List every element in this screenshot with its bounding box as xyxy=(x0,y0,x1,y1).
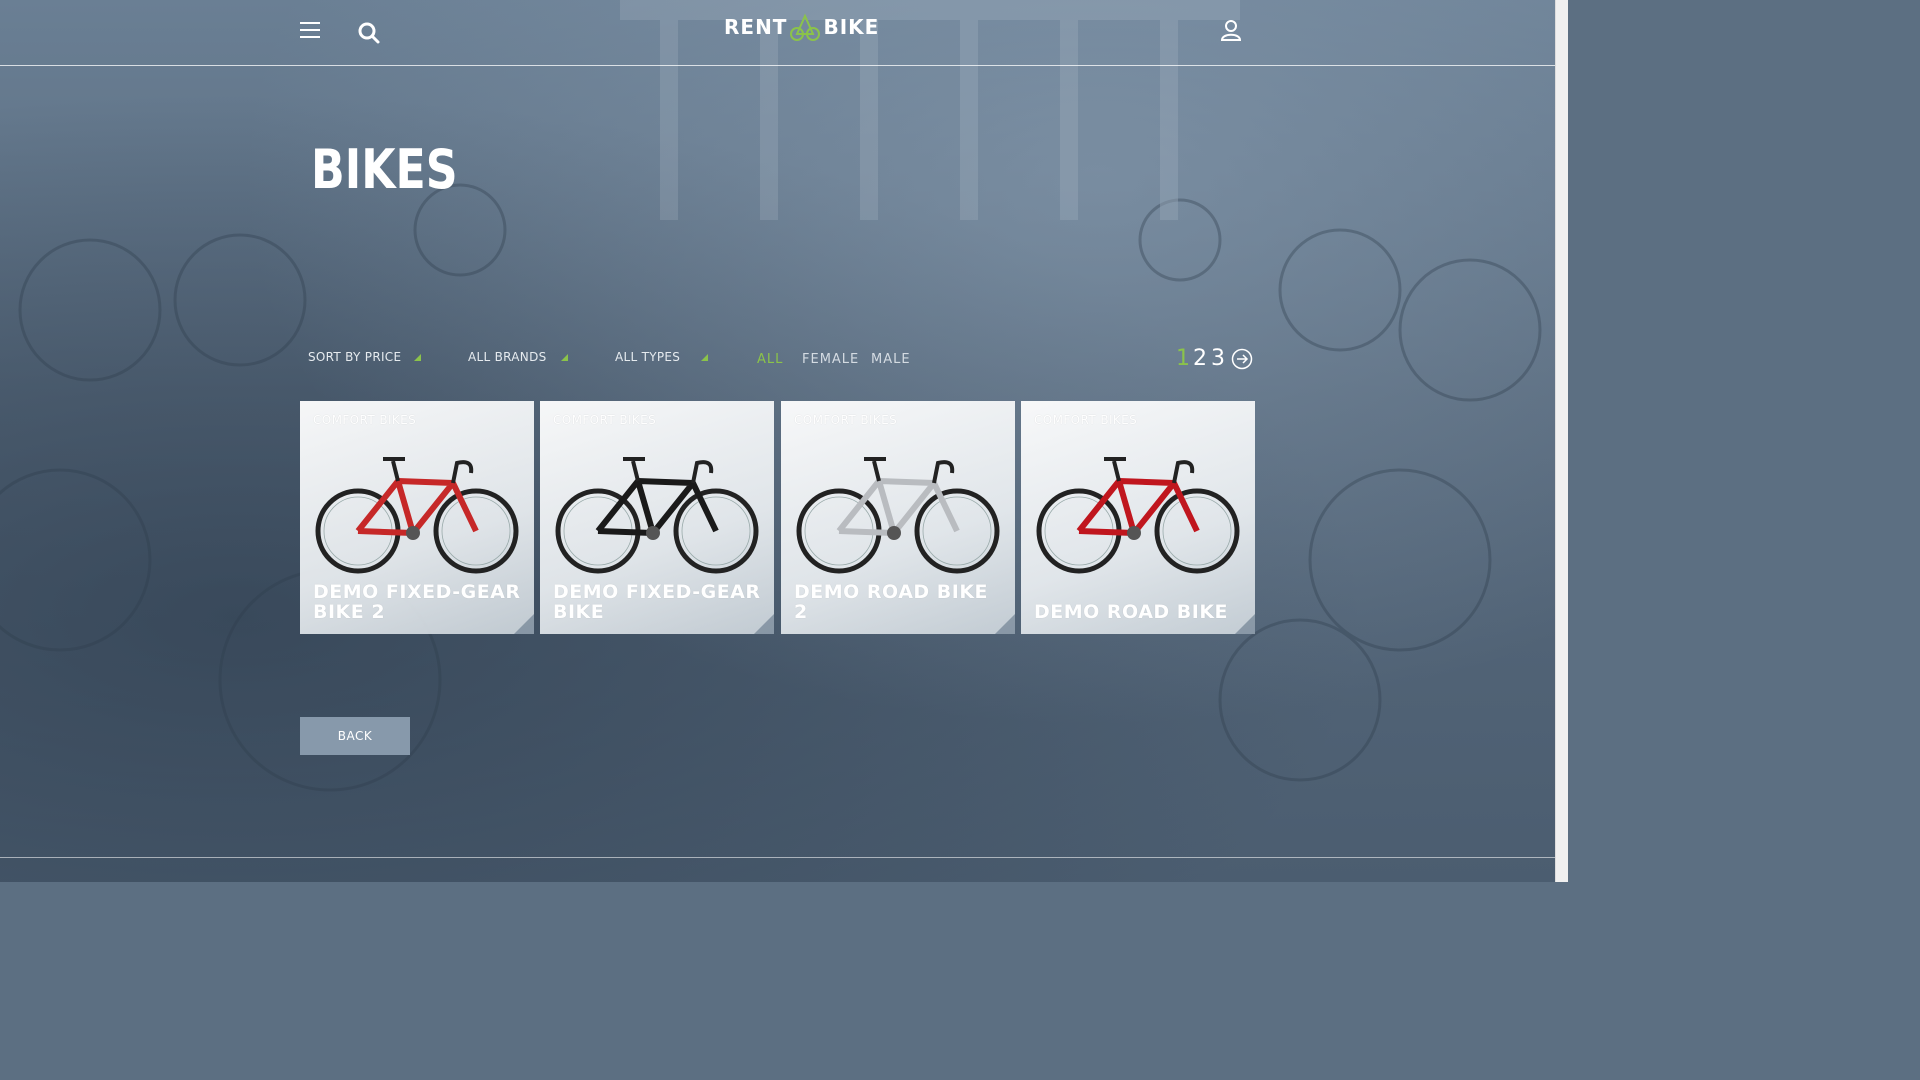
types-label: ALL TYPES xyxy=(615,350,681,364)
bike-logo-icon xyxy=(790,13,821,41)
types-dropdown[interactable]: ALL TYPES xyxy=(615,350,710,368)
bike-name: DEMO FIXED-GEAR BIKE xyxy=(553,581,761,623)
card-corner-decoration xyxy=(995,614,1015,634)
bike-category: COMFORT BIKES xyxy=(553,413,657,427)
footer-divider xyxy=(0,857,1555,858)
page-title: BIKES xyxy=(311,138,458,201)
bike-card[interactable]: COMFORT BIKES DEMO FIXED-GEAR BIKE xyxy=(540,401,774,634)
sort-by-price-dropdown[interactable]: SORT BY PRICE xyxy=(308,350,423,368)
card-corner-decoration xyxy=(514,614,534,634)
bike-category: COMFORT BIKES xyxy=(1034,413,1138,427)
card-corner-decoration xyxy=(754,614,774,634)
menu-icon[interactable] xyxy=(300,22,320,40)
user-account-icon[interactable] xyxy=(1219,18,1243,42)
search-icon[interactable] xyxy=(357,21,381,45)
logo-text-bike: BIKE xyxy=(823,15,880,39)
bike-category: COMFORT BIKES xyxy=(794,413,898,427)
brands-dropdown[interactable]: ALL BRANDS xyxy=(468,350,571,368)
page-link-2[interactable]: 2 xyxy=(1193,346,1207,371)
brands-label: ALL BRANDS xyxy=(468,350,547,364)
gender-filter-all[interactable]: ALL xyxy=(757,352,783,367)
bike-card[interactable]: COMFORT BIKES DEMO FIXED-GEAR BIKE 2 xyxy=(300,401,534,634)
dropdown-arrow-icon xyxy=(414,354,421,361)
bike-card[interactable]: COMFORT BIKES DEMO ROAD BIKE xyxy=(1021,401,1255,634)
bike-card[interactable]: COMFORT BIKES DEMO ROAD BIKE 2 xyxy=(781,401,1015,634)
gender-filter-male[interactable]: MALE xyxy=(871,352,911,367)
bike-image xyxy=(796,457,1000,574)
site-logo[interactable]: RENT BIKE xyxy=(724,11,879,43)
next-page-arrow-icon[interactable] xyxy=(1231,348,1253,370)
bike-name: DEMO ROAD BIKE xyxy=(1034,601,1229,623)
page-link-1[interactable]: 1 xyxy=(1176,346,1190,371)
back-button[interactable]: BACK xyxy=(300,717,410,755)
vertical-scrollbar[interactable] xyxy=(1555,0,1568,882)
bike-image xyxy=(1036,457,1240,574)
dropdown-arrow-icon xyxy=(561,354,568,361)
bike-name: DEMO ROAD BIKE 2 xyxy=(794,581,989,623)
bike-name: DEMO FIXED-GEAR BIKE 2 xyxy=(313,581,521,623)
bike-image xyxy=(315,457,519,574)
bike-category: COMFORT BIKES xyxy=(313,413,417,427)
dropdown-arrow-icon xyxy=(701,354,708,361)
gender-filter-female[interactable]: FEMALE xyxy=(802,352,859,367)
logo-text-rent: RENT xyxy=(724,15,788,39)
top-header: RENT BIKE xyxy=(0,0,1555,66)
sort-label: SORT BY PRICE xyxy=(308,350,402,364)
page-link-3[interactable]: 3 xyxy=(1211,346,1225,371)
bike-image xyxy=(555,457,759,574)
card-corner-decoration xyxy=(1235,614,1255,634)
